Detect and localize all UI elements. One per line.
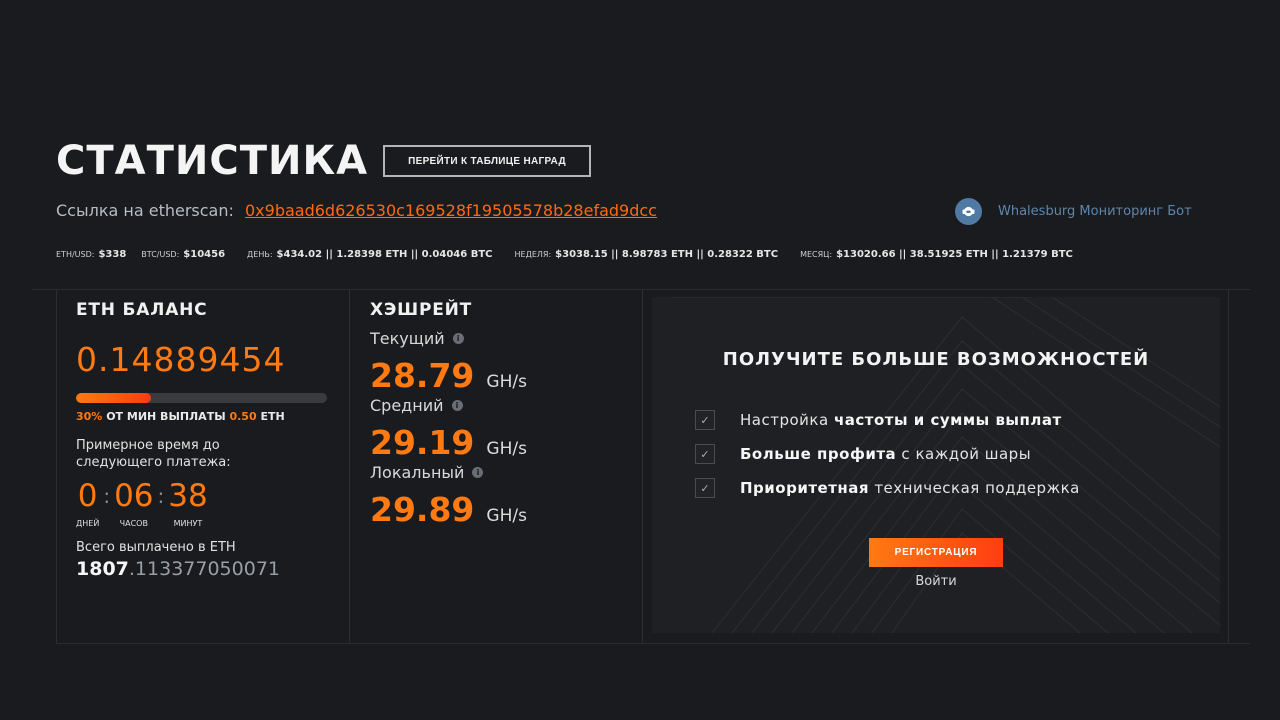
hashrate-panel: ХЭШРЕЙТ Текущий i 28.79 GH/s Средний i 2… xyxy=(370,300,620,530)
list-item: ✓ Приоритетная техническая поддержка xyxy=(695,478,1080,498)
hashrate-average-label: Средний xyxy=(370,396,444,415)
monitoring-bot-label[interactable]: Whalesburg Мониторинг Бот xyxy=(998,204,1192,219)
next-payout-label: Примерное время до следующего платежа: xyxy=(76,438,231,470)
robot-icon xyxy=(955,198,982,225)
divider-top xyxy=(32,289,1250,290)
ticker-btc-usd: BTC/USD: $10456 xyxy=(141,249,226,260)
page-title: СТАТИСТИКА xyxy=(56,138,369,184)
total-paid-label: Всего выплачено в ETH xyxy=(76,540,236,555)
info-icon[interactable]: i xyxy=(451,400,463,411)
divider-left xyxy=(56,290,57,644)
divider-mid-1 xyxy=(349,290,350,644)
hashrate-average-value: 29.19 xyxy=(370,423,475,462)
login-link[interactable]: Войти xyxy=(869,574,1003,589)
promo-panel: ПОЛУЧИТЕ БОЛЬШЕ ВОЗМОЖНОСТЕЙ ✓ Настройка… xyxy=(652,297,1220,633)
eth-balance-title: ETH БАЛАНС xyxy=(76,300,208,320)
payout-progress-fill xyxy=(76,393,152,403)
hashrate-current-label: Текущий xyxy=(370,329,445,348)
hashrate-current-value: 28.79 xyxy=(370,356,475,395)
ticker-day: ДЕНЬ: $434.02 || 1.28398 ETH || 0.04046 B… xyxy=(247,249,493,260)
hashrate-unit: GH/s xyxy=(486,506,527,526)
register-button[interactable]: РЕГИСТРАЦИЯ xyxy=(869,538,1003,567)
price-ticker: ETH/USD: $338 BTC/USD: $10456 ДЕНЬ: $434.02… xyxy=(56,249,1073,260)
promo-features-list: ✓ Настройка частоты и суммы выплат ✓ Бол… xyxy=(695,410,1080,512)
eth-balance-panel: ETH БАЛАНС 0.14889454 30% ОТ МИН ВЫПЛАТЫ… xyxy=(76,300,346,580)
ticker-eth-usd: ETH/USD: $338 xyxy=(56,249,127,260)
hashrate-local: Локальный i 29.89 GH/s xyxy=(370,463,620,530)
hashrate-unit: GH/s xyxy=(486,372,527,392)
payout-progress-bar xyxy=(76,393,327,403)
hashrate-unit: GH/s xyxy=(486,439,527,459)
ticker-month: МЕСЯЦ: $13020.66 || 38.51925 ETH || 1.213… xyxy=(800,249,1073,260)
hashrate-current: Текущий i 28.79 GH/s xyxy=(370,329,620,396)
list-item: ✓ Настройка частоты и суммы выплат xyxy=(695,410,1080,430)
countdown-minutes: 38 МИНУТ xyxy=(168,478,208,528)
checkbox-icon: ✓ xyxy=(695,478,715,498)
etherscan-label: Ссылка на etherscan: xyxy=(56,201,234,220)
countdown-separator: : xyxy=(103,484,111,508)
info-icon[interactable]: i xyxy=(472,467,484,478)
countdown-hours: 06 ЧАСОВ xyxy=(114,478,154,528)
divider-mid-2 xyxy=(642,290,643,644)
hashrate-local-value: 29.89 xyxy=(370,490,475,529)
list-item: ✓ Больше профита с каждой шары xyxy=(695,444,1080,464)
countdown-separator: : xyxy=(157,484,165,508)
payout-countdown: 0 ДНЕЙ : 06 ЧАСОВ : 38 МИНУТ xyxy=(76,479,346,528)
hashrate-title: ХЭШРЕЙТ xyxy=(370,300,473,320)
min-payout-text: 30% ОТ МИН ВЫПЛАТЫ 0.50 ETH xyxy=(76,410,285,423)
eth-balance-value: 0.14889454 xyxy=(76,340,286,379)
rewards-table-button[interactable]: ПЕРЕЙТИ К ТАБЛИЦЕ НАГРАД xyxy=(383,145,591,177)
total-paid-value: 1807.113377050071 xyxy=(76,558,280,580)
etherscan-row: Ссылка на etherscan: 0x9baad6d626530c169… xyxy=(56,201,657,220)
etherscan-address-link[interactable]: 0x9baad6d626530c169528f19505578b28efad9d… xyxy=(245,201,657,220)
checkbox-icon: ✓ xyxy=(695,444,715,464)
divider-right xyxy=(1228,290,1229,644)
promo-title: ПОЛУЧИТЕ БОЛЬШЕ ВОЗМОЖНОСТЕЙ xyxy=(722,349,1150,370)
monitoring-bot-link[interactable]: Whalesburg Мониторинг Бот xyxy=(955,198,1192,225)
info-icon[interactable]: i xyxy=(452,333,464,344)
ticker-week: НЕДЕЛЯ: $3038.15 || 8.98783 ETH || 0.2832… xyxy=(514,249,779,260)
hashrate-average: Средний i 29.19 GH/s xyxy=(370,396,620,463)
divider-bottom xyxy=(56,643,1250,644)
hashrate-local-label: Локальный xyxy=(370,463,465,482)
countdown-days: 0 ДНЕЙ xyxy=(76,478,100,528)
checkbox-icon: ✓ xyxy=(695,410,715,430)
